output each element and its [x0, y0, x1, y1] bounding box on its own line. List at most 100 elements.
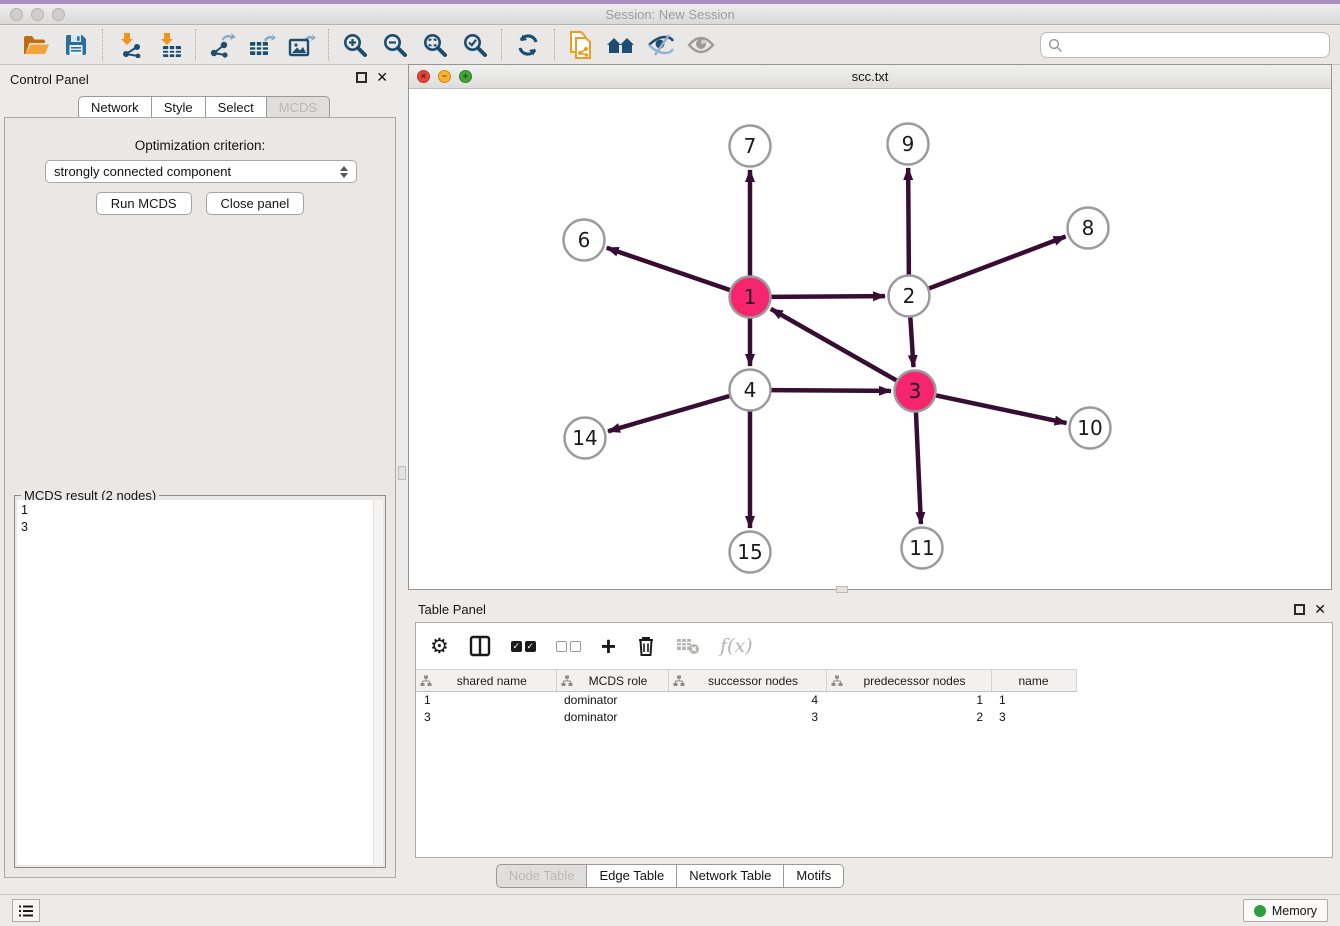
mcds-result-fieldset: MCDS result (2 nodes) 1 3: [14, 495, 386, 868]
table-row[interactable]: 3dominator323: [416, 709, 1332, 726]
tab-node-table[interactable]: Node Table: [496, 864, 588, 888]
control-panel-float-icon[interactable]: [356, 72, 367, 83]
list-icon: [18, 904, 34, 918]
graph-node-label-14: 14: [572, 426, 597, 450]
tab-network-table[interactable]: Network Table: [677, 864, 784, 888]
graph-edge-2-8[interactable]: [929, 237, 1066, 289]
table-panel-float-icon[interactable]: [1294, 604, 1305, 615]
mcds-result-scrollbar[interactable]: [373, 500, 383, 865]
table-toolbar: ⚙ ✓✓ +: [416, 623, 1332, 669]
import-network-icon[interactable]: [113, 30, 145, 60]
graph-node-label-1: 1: [744, 285, 757, 309]
table-panel-body: ⚙ ✓✓ +: [415, 622, 1333, 858]
control-panel-header: Control Panel: [0, 65, 400, 93]
column-view-icon[interactable]: [469, 635, 491, 657]
control-panel-close-icon[interactable]: ✕: [376, 72, 388, 83]
graph-edge-2-3[interactable]: [910, 317, 913, 367]
export-table-icon[interactable]: [246, 30, 278, 60]
column-header-shared-name[interactable]: shared name: [416, 670, 556, 692]
graph-edge-3-11[interactable]: [916, 412, 921, 524]
save-session-icon[interactable]: [60, 30, 92, 60]
graph-edge-4-3[interactable]: [771, 390, 891, 391]
delete-column-icon[interactable]: [636, 635, 656, 657]
optimization-criterion-select[interactable]: strongly connected component: [45, 160, 357, 183]
zoom-fit-icon[interactable]: [419, 30, 451, 60]
optimization-criterion-label: Optimization criterion:: [5, 138, 395, 153]
graph-node-label-6: 6: [578, 228, 591, 252]
column-header-mcds-role[interactable]: MCDS role: [556, 670, 668, 692]
node-table: shared name MCDS role: [416, 669, 1332, 726]
show-all-icon[interactable]: [685, 30, 717, 60]
close-panel-button[interactable]: Close panel: [206, 192, 305, 215]
table-panel-header: Table Panel: [408, 596, 1340, 622]
mcds-panel: Optimization criterion: strongly connect…: [4, 117, 396, 878]
graph-node-label-3: 3: [909, 379, 922, 403]
search-field[interactable]: [1040, 32, 1330, 58]
graph-node-label-8: 8: [1082, 216, 1095, 240]
mcds-result-text[interactable]: 1 3: [17, 500, 373, 865]
import-table-icon[interactable]: [153, 30, 185, 60]
tab-motifs[interactable]: Motifs: [784, 864, 844, 888]
node-table-body: 1dominator4113dominator323: [416, 692, 1332, 726]
network-view-window: × − + scc.txt 7 9 6 8 1 2 4 3 14 10 15 11: [408, 64, 1332, 590]
graph-node-label-4: 4: [744, 378, 757, 402]
application-window: Session: New Session: [0, 0, 1340, 926]
memory-label: Memory: [1272, 904, 1317, 918]
table-panel-title: Table Panel: [408, 602, 486, 617]
tab-edge-table[interactable]: Edge Table: [587, 864, 677, 888]
main-toolbar: [0, 26, 1340, 65]
table-panel-tabs: Node Table Edge Table Network Table Moti…: [0, 864, 1340, 888]
search-icon: [1048, 38, 1063, 53]
graph-node-label-7: 7: [744, 134, 757, 158]
select-stepper-icon: [340, 166, 348, 178]
memory-status-icon: [1254, 905, 1266, 917]
export-network-icon[interactable]: [206, 30, 238, 60]
column-header-successor-nodes[interactable]: successor nodes: [668, 670, 826, 692]
network-window-title: scc.txt: [409, 69, 1331, 84]
table-panel-close-icon[interactable]: ✕: [1314, 604, 1326, 615]
memory-button[interactable]: Memory: [1243, 899, 1328, 922]
control-panel-title: Control Panel: [0, 72, 89, 87]
table-row[interactable]: 1dominator411: [416, 692, 1332, 709]
clone-network-icon[interactable]: [565, 30, 597, 60]
zoom-selected-icon[interactable]: [459, 30, 491, 60]
graph-edge-1-6[interactable]: [607, 248, 730, 290]
first-neighbors-icon[interactable]: [605, 30, 637, 60]
refresh-icon[interactable]: [512, 30, 544, 60]
create-column-icon[interactable]: +: [601, 636, 616, 656]
column-header-name[interactable]: name: [991, 670, 1076, 692]
network-graph-canvas[interactable]: 7 9 6 8 1 2 4 3 14 10 15 11: [409, 89, 1331, 589]
column-type-icon: [673, 675, 685, 687]
search-input[interactable]: [1063, 38, 1313, 53]
export-image-icon[interactable]: [286, 30, 318, 60]
vertical-splitter-grip[interactable]: [398, 466, 406, 480]
graph-edge-2-9[interactable]: [908, 168, 909, 275]
column-header-predecessor-nodes[interactable]: predecessor nodes: [826, 670, 991, 692]
graph-node-label-2: 2: [903, 284, 916, 308]
task-history-button[interactable]: [12, 899, 40, 922]
graph-node-label-9: 9: [902, 132, 915, 156]
horizontal-splitter-grip[interactable]: [836, 586, 848, 593]
zoom-in-icon[interactable]: [339, 30, 371, 60]
deselect-all-columns-icon[interactable]: [556, 641, 581, 652]
delete-table-icon: [676, 637, 700, 655]
title-bar: Session: New Session: [0, 4, 1340, 25]
table-settings-icon[interactable]: ⚙: [430, 634, 449, 658]
graph-node-label-11: 11: [909, 536, 934, 560]
select-all-columns-icon[interactable]: ✓✓: [511, 641, 536, 652]
open-session-icon[interactable]: [20, 30, 52, 60]
network-window-titlebar[interactable]: × − + scc.txt: [409, 65, 1331, 89]
hide-selected-icon[interactable]: [645, 30, 677, 60]
graph-node-label-15: 15: [737, 540, 762, 564]
graph-edge-1-2[interactable]: [771, 296, 885, 297]
graph-node-label-10: 10: [1077, 416, 1102, 440]
run-mcds-button[interactable]: Run MCDS: [96, 192, 192, 215]
graph-edge-3-10[interactable]: [936, 395, 1067, 423]
status-bar: Memory: [0, 894, 1340, 926]
graph-edge-4-14[interactable]: [608, 396, 730, 431]
zoom-out-icon[interactable]: [379, 30, 411, 60]
function-builder-icon: f(x): [720, 635, 753, 657]
node-table-header-row: shared name MCDS role: [416, 670, 1332, 692]
graph-edge-3-1[interactable]: [771, 309, 897, 381]
column-type-icon: [420, 675, 432, 687]
